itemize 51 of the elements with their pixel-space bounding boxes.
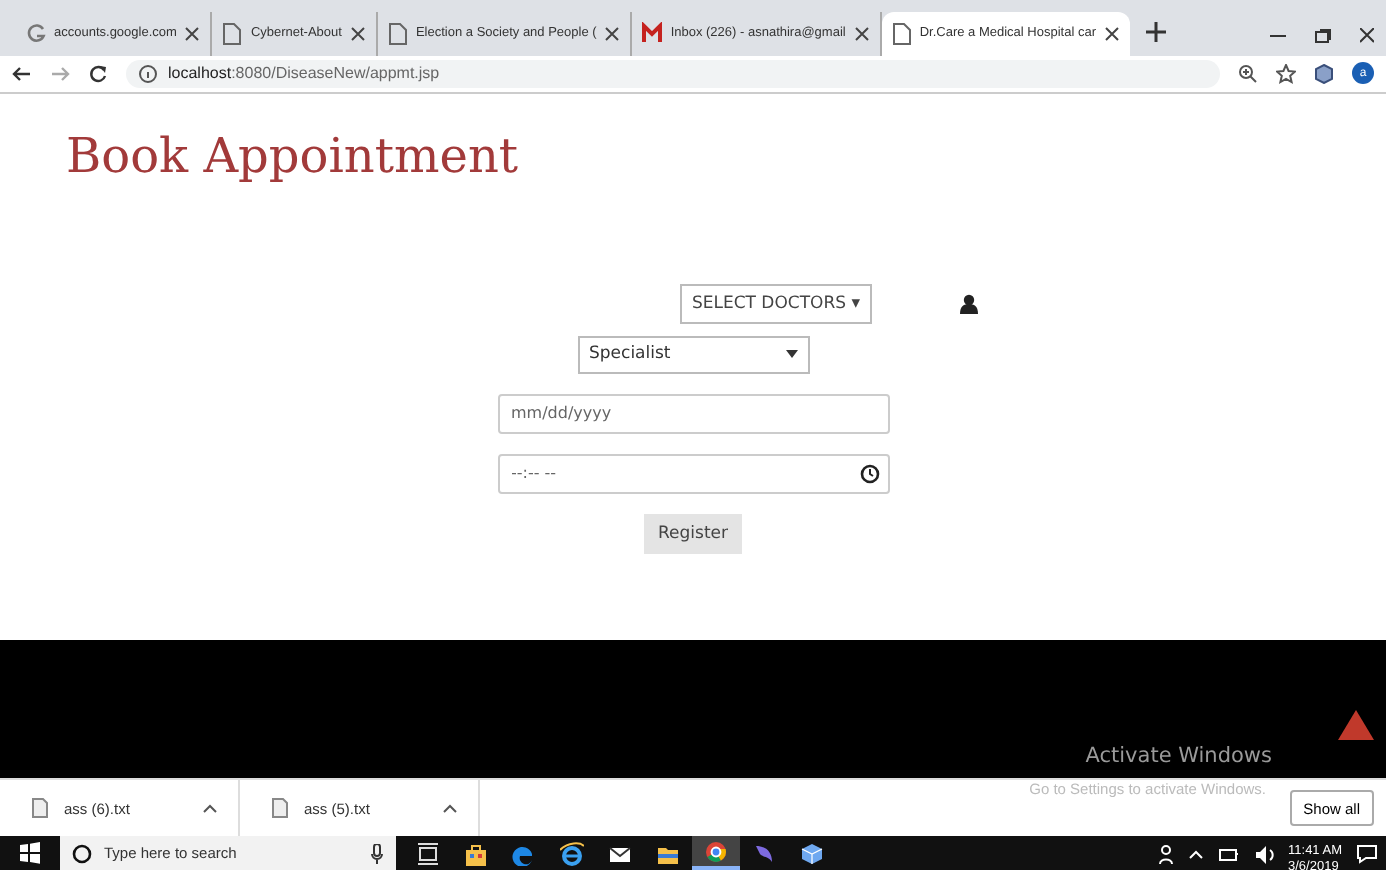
gmail-icon (642, 21, 663, 46)
zoom-icon[interactable] (1238, 63, 1258, 84)
document-icon (387, 21, 408, 46)
activation-notice: Activate Windows (1085, 744, 1272, 769)
time-field[interactable]: --:-- -- (497, 453, 889, 494)
close-icon[interactable] (1104, 25, 1120, 42)
task-view-icon (416, 841, 440, 866)
circle-icon (72, 843, 92, 864)
edge-icon (512, 841, 536, 866)
windows-logo-icon[interactable] (20, 842, 40, 865)
restore-icon[interactable] (1314, 27, 1332, 44)
battery-icon[interactable] (1218, 843, 1241, 864)
document-icon (222, 21, 243, 46)
caret-icon[interactable] (442, 802, 458, 815)
store-icon (464, 841, 488, 866)
select-doctors-button[interactable]: SELECT DOCTORS ▾ (679, 283, 873, 324)
document-icon (891, 21, 912, 46)
cube-icon (800, 841, 824, 866)
microphone-icon[interactable] (370, 843, 384, 864)
specialist-select[interactable]: Specialist (577, 335, 809, 374)
ie-icon (560, 841, 584, 866)
register-button[interactable]: Register (644, 513, 742, 554)
document-icon (32, 798, 48, 819)
page-heading: Book Appointment (66, 127, 521, 184)
close-icon[interactable] (184, 25, 201, 42)
people-icon[interactable] (1158, 843, 1175, 864)
clock-icon[interactable] (859, 463, 879, 484)
document-icon (272, 798, 288, 819)
chrome-icon (704, 839, 728, 864)
warning-triangle-icon (1338, 710, 1374, 741)
g-logo-icon (26, 21, 46, 46)
speaker-icon[interactable] (1254, 843, 1275, 864)
close-icon[interactable] (853, 25, 870, 42)
notification-icon[interactable] (1356, 843, 1378, 864)
reload-icon[interactable] (88, 63, 108, 84)
mail-icon (608, 841, 632, 866)
new-tab-icon[interactable] (1146, 21, 1166, 42)
info-icon (138, 63, 158, 84)
close-icon[interactable] (349, 25, 366, 42)
person-icon (960, 293, 979, 314)
close-icon[interactable] (1360, 27, 1374, 44)
address-bar[interactable]: localhost:8080/DiseaseNew/appmt.jsp (126, 59, 1220, 88)
back-arrow-icon[interactable] (12, 63, 32, 84)
extension-icon[interactable] (1314, 63, 1334, 84)
caret-icon[interactable] (1188, 845, 1205, 862)
date-field[interactable]: mm/dd/yyyy (497, 393, 889, 434)
close-icon[interactable] (604, 25, 621, 42)
caret-icon (785, 350, 797, 359)
url-text: localhost:8080/DiseaseNew/appmt.jsp (168, 64, 440, 83)
star-icon[interactable] (1276, 63, 1296, 84)
caret-icon[interactable] (202, 802, 218, 815)
